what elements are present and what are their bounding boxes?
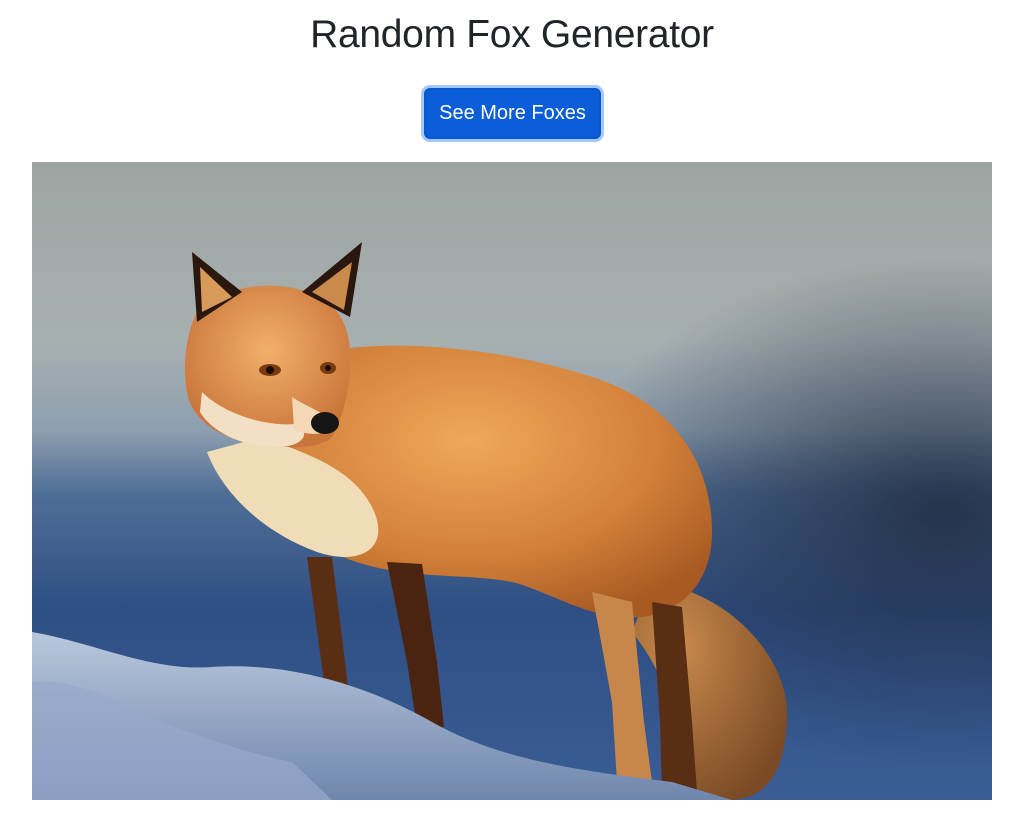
page-title: Random Fox Generator [310, 13, 714, 56]
page: Random Fox Generator See More Foxes [0, 0, 1024, 828]
fox-image [32, 162, 992, 800]
see-more-foxes-button[interactable]: See More Foxes [424, 88, 601, 139]
